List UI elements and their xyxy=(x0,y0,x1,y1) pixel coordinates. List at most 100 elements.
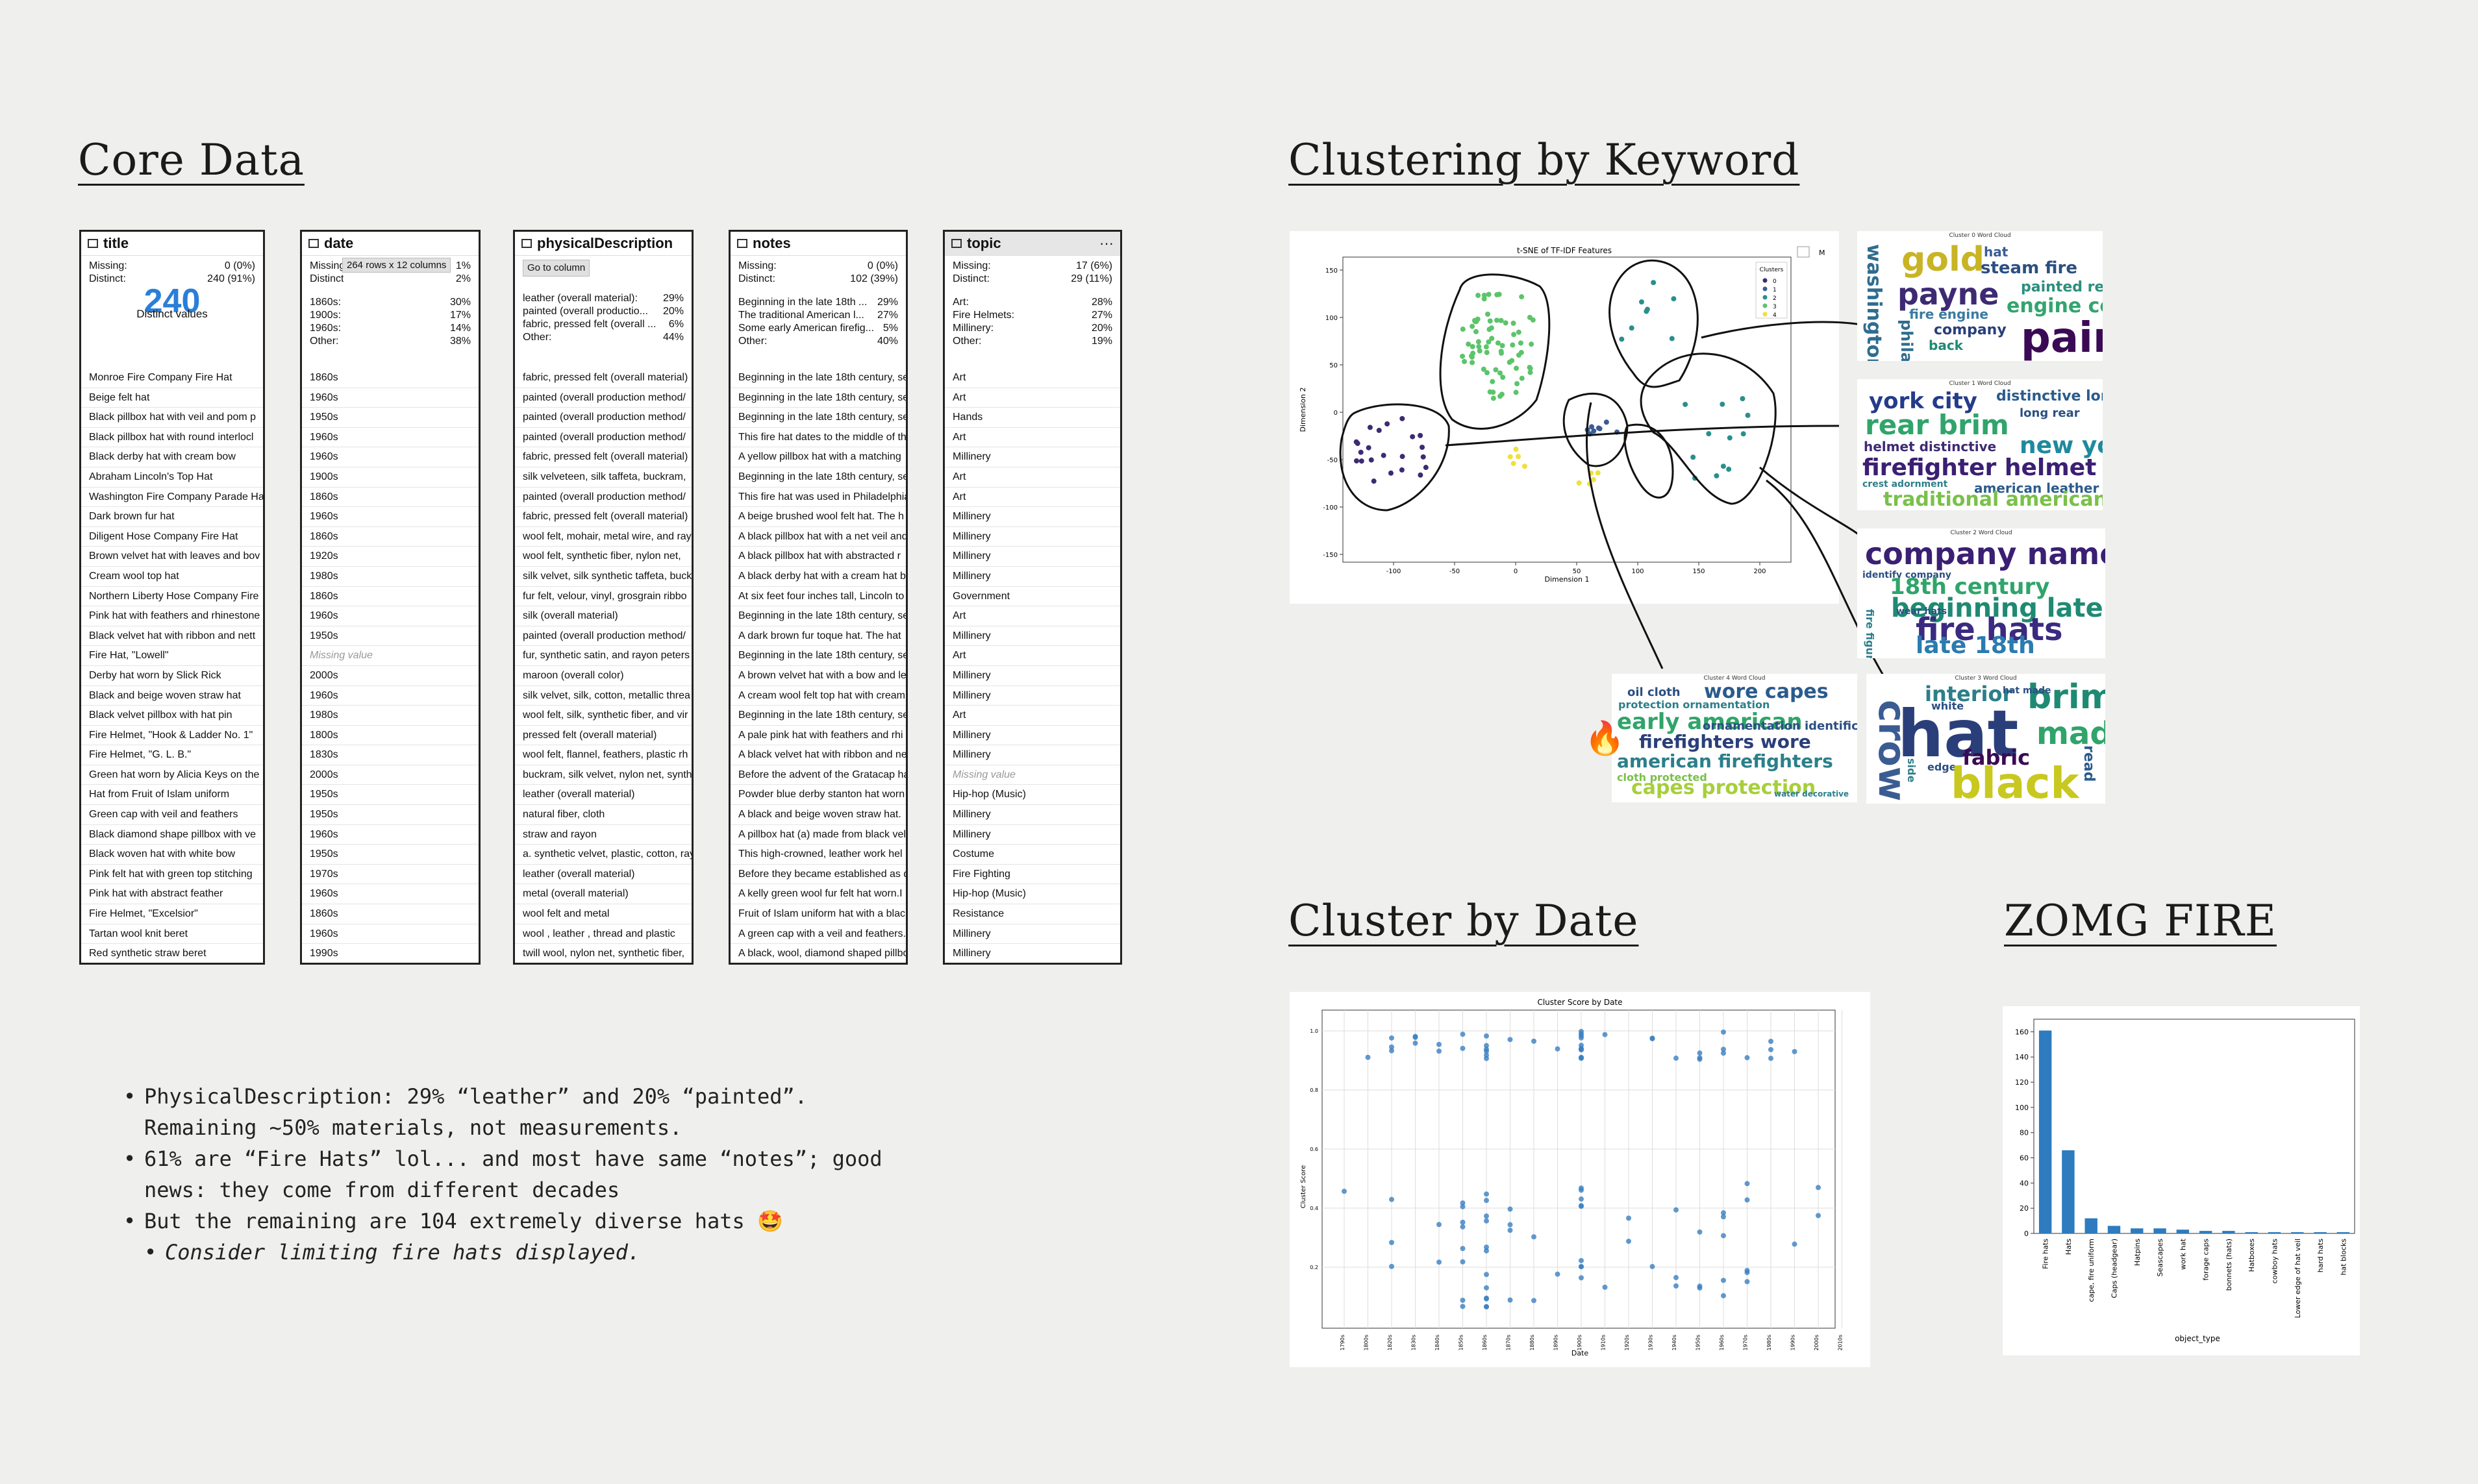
cd-point xyxy=(1697,1050,1703,1056)
cd-point xyxy=(1484,1272,1489,1278)
cd-ytick-label: 0.8 xyxy=(1310,1087,1318,1093)
cd-point xyxy=(1673,1283,1679,1289)
bar-ytick-label: 40 xyxy=(2020,1179,2029,1187)
cd-point xyxy=(1365,1054,1371,1060)
cd-point xyxy=(1484,1198,1489,1204)
bar-category-label: cowboy hats xyxy=(2271,1239,2279,1284)
bar-ytick-label: 20 xyxy=(2020,1204,2029,1213)
cd-point xyxy=(1484,1191,1489,1197)
cd-point xyxy=(1673,1275,1679,1281)
cd-point xyxy=(1579,1264,1584,1270)
bar-category-label: Seascapes xyxy=(2156,1239,2164,1277)
bar-category-label: Hatboxes xyxy=(2247,1239,2256,1272)
cd-point xyxy=(1744,1197,1750,1203)
bar-category-label: work hat xyxy=(2179,1238,2187,1270)
cd-point xyxy=(1484,1248,1489,1254)
cd-point xyxy=(1507,1206,1513,1212)
cd-point xyxy=(1484,1304,1489,1309)
cd-point xyxy=(1721,1050,1726,1056)
bar xyxy=(2153,1228,2166,1233)
cd-point xyxy=(1460,1200,1466,1206)
bar-ytick-label: 0 xyxy=(2024,1230,2029,1238)
cd-point xyxy=(1768,1039,1773,1045)
cd-point xyxy=(1792,1048,1797,1054)
cd-point xyxy=(1412,1034,1418,1040)
cd-point xyxy=(1389,1035,1394,1041)
cd-point xyxy=(1744,1270,1750,1276)
cd-point xyxy=(1721,1210,1726,1216)
cd-point xyxy=(1721,1029,1726,1035)
wordcloud-cluster-0: Cluster 0 Word Cloud washington gold hat… xyxy=(1857,231,2103,361)
bar-ytick-label: 60 xyxy=(2020,1154,2029,1163)
cd-xtick-label: 1970s xyxy=(1743,1335,1749,1351)
cd-xtick-label: 1980s xyxy=(1766,1335,1772,1351)
cd-point xyxy=(1460,1224,1466,1230)
cd-point xyxy=(1460,1219,1466,1225)
cd-xtick-label: 1990s xyxy=(1790,1335,1796,1351)
cd-point xyxy=(1436,1259,1442,1265)
bar-plot-area xyxy=(2033,1019,2355,1234)
bar xyxy=(2268,1232,2281,1233)
cd-point xyxy=(1579,1275,1584,1281)
cd-point xyxy=(1531,1298,1536,1304)
cd-point xyxy=(1460,1246,1466,1252)
cd-point xyxy=(1579,1056,1584,1061)
cd-point xyxy=(1579,1257,1584,1263)
bar xyxy=(2062,1150,2075,1233)
bar xyxy=(2176,1230,2190,1233)
cd-point xyxy=(1342,1189,1347,1194)
cd-xtick-label: 1800s xyxy=(1364,1335,1370,1351)
cd-point xyxy=(1460,1297,1466,1303)
bar-category-label: Lower edge of hat veil xyxy=(2294,1239,2302,1318)
bar xyxy=(2199,1231,2212,1233)
bar-category-label: Caps (headgear) xyxy=(2110,1239,2119,1298)
cd-point xyxy=(1412,1040,1418,1046)
cd-point xyxy=(1436,1222,1442,1228)
cd-point xyxy=(1649,1264,1655,1270)
cluster-date-chart: Cluster Score by Date Cluster Score Date… xyxy=(1300,998,1844,1357)
cd-point xyxy=(1484,1048,1489,1054)
cd-xtick-label: 2000s xyxy=(1814,1335,1820,1351)
cd-point xyxy=(1484,1033,1489,1039)
cd-point xyxy=(1555,1046,1560,1052)
object-type-bar-chart: object_type 0 20 40 60 80 100 120 140 160 Fire ha… xyxy=(2015,1019,2355,1343)
cd-xtick-label: 1960s xyxy=(1719,1335,1725,1351)
cd-point xyxy=(1697,1055,1703,1061)
wordcloud-cluster-2: Cluster 2 Word Cloud company name identi… xyxy=(1857,528,2105,658)
cd-point xyxy=(1389,1044,1394,1050)
cd-xtick-label: 1860s xyxy=(1482,1335,1488,1351)
cd-point xyxy=(1460,1304,1466,1309)
cd-point xyxy=(1697,1229,1703,1235)
cd-point xyxy=(1436,1041,1442,1047)
cd-point xyxy=(1768,1056,1773,1061)
cd-ytick-label: 0.2 xyxy=(1310,1265,1318,1270)
bar-category-label: hard hats xyxy=(2316,1239,2325,1273)
bar-category-label: Fire hats xyxy=(2042,1239,2050,1269)
cd-point xyxy=(1484,1218,1489,1224)
wordcloud-cluster-1: Cluster 1 Word Cloud york city distincti… xyxy=(1857,379,2103,510)
cd-point xyxy=(1579,1196,1584,1202)
cd-point xyxy=(1555,1271,1560,1277)
cd-point xyxy=(1531,1038,1536,1044)
bar xyxy=(2314,1232,2327,1233)
bar-category-label: Hats xyxy=(2064,1239,2073,1255)
cd-point xyxy=(1579,1033,1584,1039)
cd-ytick-label: 0.6 xyxy=(1310,1146,1318,1152)
bar xyxy=(2245,1232,2258,1233)
object-type-chart-panel: object_type 0 20 40 60 80 100 120 140 160 Fire ha… xyxy=(2003,1006,2360,1355)
cd-point xyxy=(1673,1207,1679,1213)
cd-point xyxy=(1507,1037,1513,1043)
bar xyxy=(2131,1228,2144,1233)
cd-xtick-label: 2010s xyxy=(1838,1335,1844,1351)
cd-point xyxy=(1579,1204,1584,1209)
cd-xtick-label: 1950s xyxy=(1696,1335,1701,1351)
cd-point xyxy=(1460,1032,1466,1037)
bar xyxy=(2107,1226,2121,1233)
cd-xtick-label: 1850s xyxy=(1458,1335,1464,1351)
cd-point xyxy=(1602,1032,1608,1037)
cd-xtick-label: 1930s xyxy=(1648,1335,1654,1351)
bar-category-label: cape, fire uniform xyxy=(2087,1239,2096,1302)
bar xyxy=(2336,1232,2350,1233)
cd-point xyxy=(1721,1233,1726,1239)
cd-point xyxy=(1744,1055,1750,1061)
